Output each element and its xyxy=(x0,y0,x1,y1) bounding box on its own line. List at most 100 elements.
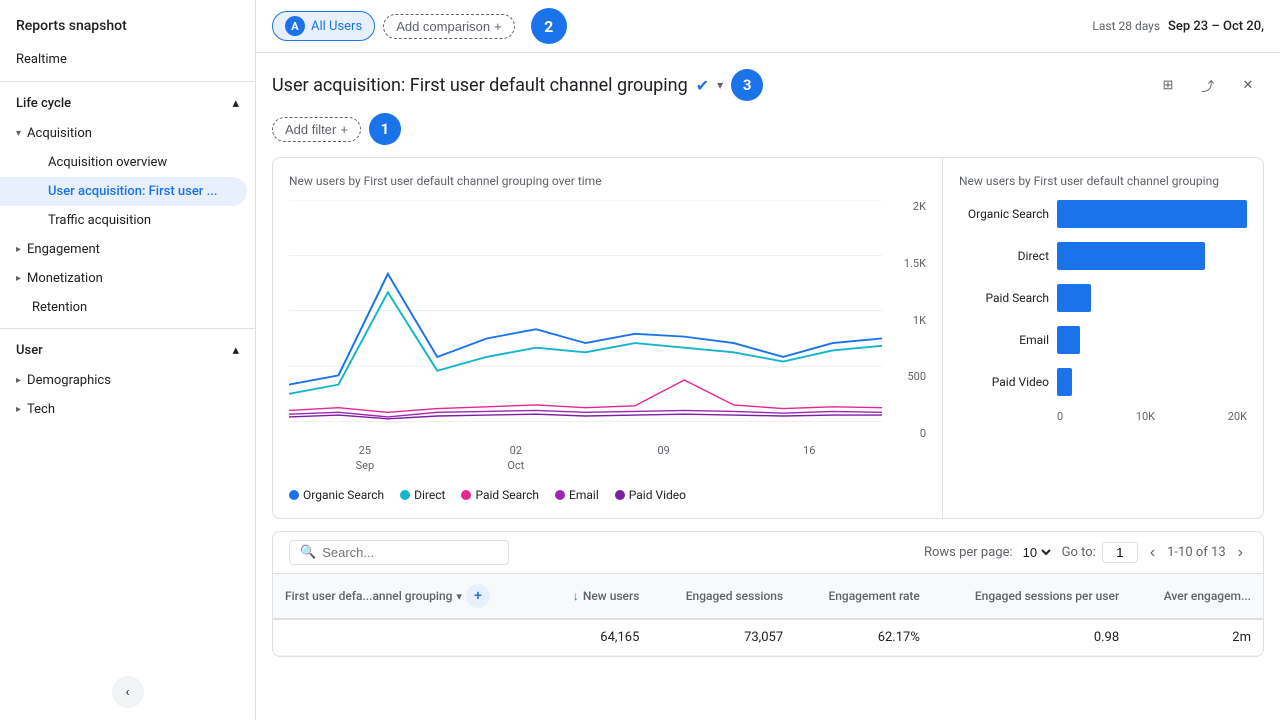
share-icon-btn[interactable]: ⤴ xyxy=(1192,69,1224,101)
add-column-button[interactable]: + xyxy=(466,584,490,608)
sidebar-item-demographics[interactable]: ▸ Demographics xyxy=(0,366,255,395)
sidebar-section-user[interactable]: User ▴ xyxy=(0,335,255,366)
y-label-3: 500 xyxy=(907,370,926,383)
close-icon-btn[interactable]: ✕ xyxy=(1232,69,1264,101)
status-check-icon: ✔ xyxy=(696,76,709,95)
segment-icon: A xyxy=(285,16,305,36)
sidebar-demographics-label: Demographics xyxy=(27,373,111,388)
segment-label: All Users xyxy=(311,19,362,34)
sidebar-item-traffic-acquisition[interactable]: Traffic acquisition xyxy=(0,206,247,235)
x-month-sep: Sep xyxy=(356,459,375,472)
rows-per-page-label: Rows per page: xyxy=(924,545,1013,560)
col-header-engaged-sessions-per: Engaged sessions per user xyxy=(932,574,1131,619)
table-cell-engaged-sessions: 73,057 xyxy=(651,619,795,656)
pagination-next-button[interactable]: › xyxy=(1234,542,1247,564)
sidebar-item-engagement[interactable]: ▸ Engagement xyxy=(0,235,255,264)
sidebar-item-tech[interactable]: ▸ Tech xyxy=(0,395,255,424)
dim-column-header[interactable]: First user defa...annel grouping ▾ + xyxy=(285,584,532,608)
y-label-0: 2K xyxy=(913,200,926,213)
goto: Go to: xyxy=(1062,542,1138,563)
sidebar-bottom: ‹ xyxy=(0,664,255,720)
table-cell-engagement-rate: 62.17% xyxy=(795,619,932,656)
goto-input[interactable] xyxy=(1102,542,1138,563)
bar-label-email: Email xyxy=(959,333,1049,347)
sidebar-divider-2 xyxy=(0,328,255,329)
pagination-prev-button[interactable]: ‹ xyxy=(1146,542,1159,564)
bar-row-email: Email xyxy=(959,326,1247,354)
sidebar-item-acquisition[interactable]: ▾ Acquisition xyxy=(0,119,255,148)
sidebar-item-monetization[interactable]: ▸ Monetization xyxy=(0,264,255,293)
step-badge-1: 1 xyxy=(369,113,401,145)
dim-dropdown[interactable]: First user defa...annel grouping ▾ xyxy=(285,589,462,603)
x-axis-group-16: 16 xyxy=(803,444,815,472)
legend-dot-email xyxy=(555,490,565,500)
title-dropdown-arrow[interactable]: ▾ xyxy=(717,78,723,92)
bar-row-paid-search: Paid Search xyxy=(959,284,1247,312)
table-chart-icon-btn[interactable]: ⊞ xyxy=(1152,69,1184,101)
x-date-25: 25 xyxy=(359,444,371,457)
sidebar-item-retention[interactable]: Retention xyxy=(0,293,247,322)
bar-x-10k: 10K xyxy=(1136,410,1155,423)
bar-fill-paid-search xyxy=(1057,284,1091,312)
col-header-engaged-sessions: Engaged sessions xyxy=(651,574,795,619)
col-header-new-users: ↓ New users xyxy=(544,574,651,619)
x-axis: 25 Sep 02 Oct 09 xyxy=(289,444,882,472)
topbar-right: Last 28 days Sep 23 – Oct 20, xyxy=(1092,19,1264,34)
add-comparison-plus-icon: + xyxy=(494,19,502,34)
bar-track-direct xyxy=(1057,242,1247,270)
line-chart-title: New users by First user default channel … xyxy=(289,174,926,188)
x-month-oct: Oct xyxy=(507,459,524,472)
segment-pill-all-users[interactable]: A All Users xyxy=(272,11,375,41)
bar-x-20k: 20K xyxy=(1228,410,1247,423)
x-axis-group-25sep: 25 Sep xyxy=(356,444,375,472)
table-cell-engaged-sessions-per: 0.98 xyxy=(932,619,1131,656)
table-chart-icon: ⊞ xyxy=(1163,78,1174,93)
col-engaged-sessions-label: Engaged sessions xyxy=(686,589,783,603)
page-title: User acquisition: First user default cha… xyxy=(272,75,688,96)
main-content: A All Users Add comparison + 2 Last 28 d… xyxy=(256,0,1280,720)
add-filter-label: Add filter xyxy=(285,122,336,137)
bar-label-organic-search: Organic Search xyxy=(959,207,1049,221)
new-users-sort-btn[interactable]: ↓ New users xyxy=(556,589,639,603)
chevron-right-icon-monetization: ▸ xyxy=(16,273,21,284)
content-area: User acquisition: First user default cha… xyxy=(256,53,1280,720)
bar-x-0: 0 xyxy=(1057,410,1063,423)
table-header-row: First user defa...annel grouping ▾ + ↓ xyxy=(273,574,1263,619)
bar-label-direct: Direct xyxy=(959,249,1049,263)
sidebar-section-lifecycle[interactable]: Life cycle ▴ xyxy=(0,88,255,119)
legend-organic-search: Organic Search xyxy=(289,488,384,502)
bar-chart-wrapper: Organic Search Direct Pa xyxy=(959,200,1247,423)
col-engagement-rate-label: Engagement rate xyxy=(828,589,919,603)
rows-per-page-select[interactable]: 10 25 50 xyxy=(1019,544,1054,561)
legend-dot-direct xyxy=(400,490,410,500)
bar-fill-organic-search xyxy=(1057,200,1247,228)
table-section: 🔍 Rows per page: 10 25 50 Go to: xyxy=(272,531,1264,657)
legend-email: Email xyxy=(555,488,599,502)
topbar: A All Users Add comparison + 2 Last 28 d… xyxy=(256,0,1280,53)
sidebar-collapse-button[interactable]: ‹ xyxy=(112,676,144,708)
sidebar-section-lifecycle-label: Life cycle xyxy=(16,96,71,111)
add-comparison-button[interactable]: Add comparison + xyxy=(383,14,515,39)
sidebar-item-realtime[interactable]: Realtime xyxy=(0,44,255,75)
legend-paid-video: Paid Video xyxy=(615,488,686,502)
table-cell-dim xyxy=(273,619,544,656)
chevron-down-icon: ▾ xyxy=(16,128,21,139)
col-header-engagement-rate: Engagement rate xyxy=(795,574,932,619)
sidebar-title: Reports snapshot xyxy=(0,0,255,44)
bar-fill-paid-video xyxy=(1057,368,1072,396)
legend-dot-paid-video xyxy=(615,490,625,500)
chevron-right-icon-demographics: ▸ xyxy=(16,375,21,386)
bar-row-organic-search: Organic Search xyxy=(959,200,1247,228)
y-axis-labels: 2K 1.5K 1K 500 0 xyxy=(886,200,926,440)
sidebar-divider-1 xyxy=(0,81,255,82)
bar-chart-section: New users by First user default channel … xyxy=(943,158,1263,518)
legend-label-email: Email xyxy=(569,488,599,502)
sidebar-item-user-acquisition[interactable]: User acquisition: First user ... xyxy=(0,177,247,206)
table-controls: 🔍 Rows per page: 10 25 50 Go to: xyxy=(273,532,1263,574)
search-input[interactable] xyxy=(322,545,482,560)
sidebar-item-acquisition-overview[interactable]: Acquisition overview xyxy=(0,148,247,177)
step-badge-3: 3 xyxy=(731,69,763,101)
close-icon: ✕ xyxy=(1243,78,1254,93)
add-filter-button[interactable]: Add filter + xyxy=(272,117,361,142)
bar-row-paid-video: Paid Video xyxy=(959,368,1247,396)
